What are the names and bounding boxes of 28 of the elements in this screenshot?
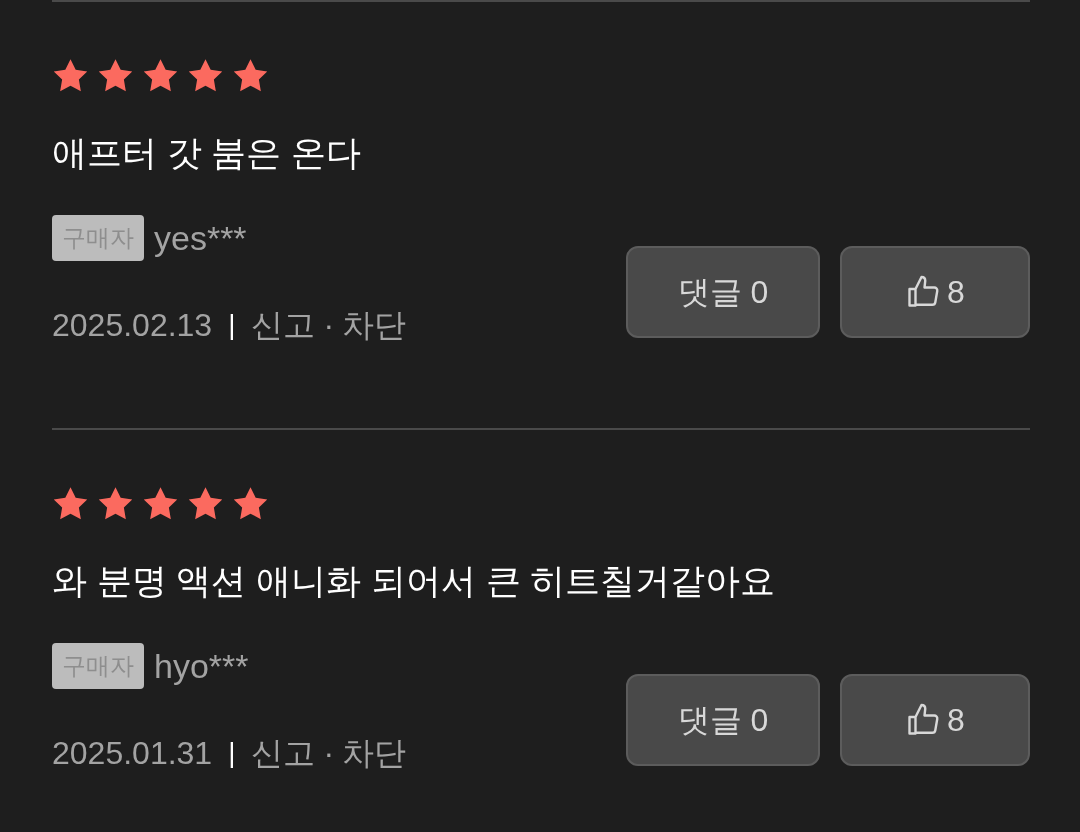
- like-button[interactable]: 8: [840, 246, 1030, 338]
- like-button[interactable]: 8: [840, 674, 1030, 766]
- review-text: 애프터 갓 붐은 온다: [52, 132, 362, 174]
- username: hyo***: [154, 645, 249, 687]
- separator: |: [228, 736, 236, 770]
- star-icon: [142, 485, 179, 521]
- review-text: 와 분명 액션 애니화 되어서 큰 히트칠거같아요: [52, 560, 776, 602]
- review-date: 2025.01.31: [52, 734, 213, 773]
- star-icon: [97, 57, 134, 93]
- star-icon: [52, 485, 89, 521]
- username: yes***: [154, 217, 247, 259]
- comment-button[interactable]: 댓글 0: [626, 246, 820, 338]
- block-link[interactable]: 차단: [342, 729, 407, 777]
- separator: |: [228, 308, 236, 342]
- review-date: 2025.02.13: [52, 306, 213, 345]
- report-link[interactable]: 신고: [251, 729, 316, 777]
- comment-button[interactable]: 댓글 0: [626, 674, 820, 766]
- separator-dot: ·: [323, 734, 335, 773]
- block-link[interactable]: 차단: [342, 301, 407, 349]
- star-icon: [187, 485, 224, 521]
- star-icon: [232, 57, 269, 93]
- report-link[interactable]: 신고: [251, 301, 316, 349]
- star-icon: [97, 485, 134, 521]
- star-icon: [52, 57, 89, 93]
- star-icon: [142, 57, 179, 93]
- separator-dot: ·: [323, 306, 335, 345]
- star-icon: [187, 57, 224, 93]
- star-icon: [232, 485, 269, 521]
